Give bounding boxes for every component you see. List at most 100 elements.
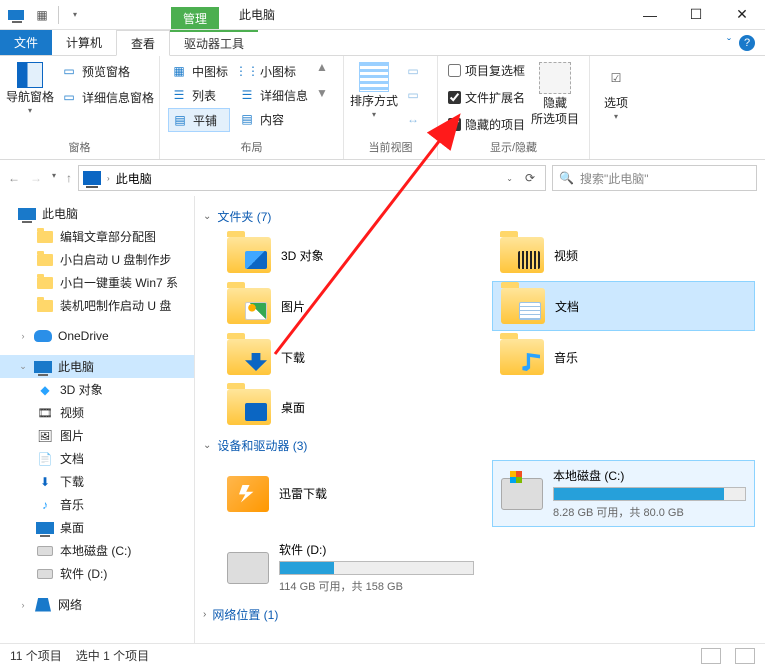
tree-this-pc-quick[interactable]: 此电脑 <box>0 202 194 225</box>
section-drives[interactable]: ⌄设备和驱动器 (3) <box>199 431 755 460</box>
view-icons-toggle[interactable] <box>735 648 755 664</box>
layout-details[interactable]: ☰详细信息 <box>236 84 310 106</box>
tree-desktop[interactable]: 桌面 <box>0 516 194 539</box>
pc-crumb-icon <box>83 171 101 185</box>
drive-d[interactable]: 软件 (D:) 114 GB 可用，共 158 GB <box>219 535 482 600</box>
minimize-button[interactable]: — <box>627 0 673 29</box>
layout-list[interactable]: ☰列表 <box>168 84 230 106</box>
layout-scroll-up-icon[interactable]: ▲ <box>316 60 328 74</box>
help-icon[interactable]: ? <box>739 35 755 51</box>
nav-tree[interactable]: 此电脑 编辑文章部分配图 小白启动 U 盘制作步 小白一键重装 Win7 系 装… <box>0 196 195 643</box>
drive-c[interactable]: 本地磁盘 (C:) 8.28 GB 可用，共 80.0 GB <box>492 460 755 527</box>
close-button[interactable]: ✕ <box>719 0 765 29</box>
medium-icons-icon: ▦ <box>170 62 188 80</box>
group-panes-label: 窗格 <box>8 137 151 159</box>
search-placeholder: 搜索"此电脑" <box>580 170 649 187</box>
tree-folder-item[interactable]: 小白一键重装 Win7 系 <box>0 271 194 294</box>
pc-qat-icon[interactable] <box>4 3 28 27</box>
refresh-button[interactable]: ⟳ <box>519 171 541 185</box>
options-icon: ☑ <box>600 62 632 94</box>
search-input[interactable]: 🔍 搜索"此电脑" <box>552 165 757 191</box>
folder-documents[interactable]: 文档 <box>492 281 755 331</box>
groupby-button[interactable]: ▭ <box>402 60 424 82</box>
tab-file[interactable]: 文件 <box>0 30 52 55</box>
tree-onedrive[interactable]: ›OneDrive <box>0 325 194 347</box>
tree-pictures[interactable]: 🖼图片 <box>0 424 194 447</box>
forward-button[interactable]: → <box>30 171 42 185</box>
folder-desktop[interactable]: 桌面 <box>219 383 482 431</box>
ribbon: 导航窗格 ▾ ▭预览窗格 ▭详细信息窗格 窗格 ▦中图标 ☰列表 ▤平铺 ⋮⋮小… <box>0 56 765 160</box>
preview-pane-button[interactable]: ▭预览窗格 <box>58 60 156 82</box>
nav-pane-button[interactable]: 导航窗格 ▾ <box>8 60 52 118</box>
breadcrumb[interactable]: › 此电脑 ⌄ ⟳ <box>78 165 546 191</box>
layout-content[interactable]: ▤内容 <box>236 108 310 130</box>
folder-pictures[interactable]: 图片 <box>219 281 482 331</box>
drive-c-icon <box>501 478 543 510</box>
tree-folder-item[interactable]: 编辑文章部分配图 <box>0 225 194 248</box>
section-folders[interactable]: ⌄文件夹 (7) <box>199 202 755 231</box>
tiles-icon: ▤ <box>171 111 189 129</box>
checkbox-file-extensions[interactable]: 文件扩展名 <box>446 87 527 108</box>
options-button[interactable]: ☑ 选项 ▾ <box>598 60 634 124</box>
view-details-toggle[interactable] <box>701 648 721 664</box>
window-title: 此电脑 <box>219 0 627 29</box>
group-showhide-label: 显示/隐藏 <box>446 137 581 159</box>
details-pane-button[interactable]: ▭详细信息窗格 <box>58 86 156 108</box>
details-icon: ☰ <box>238 86 256 104</box>
addcolumn-button[interactable]: ▭ <box>402 84 424 106</box>
folder-3d-objects[interactable]: 3D 对象 <box>219 231 482 279</box>
layout-tiles[interactable]: ▤平铺 <box>168 108 230 132</box>
tree-downloads[interactable]: ⬇下载 <box>0 470 194 493</box>
tree-this-pc[interactable]: ⌄此电脑 <box>0 355 194 378</box>
qat-dropdown-icon[interactable]: ▾ <box>63 3 87 27</box>
crumb-history-dropdown[interactable]: ⌄ <box>506 174 513 183</box>
tab-computer[interactable]: 计算机 <box>52 30 116 55</box>
sizecols-button[interactable]: ↔ <box>402 108 424 130</box>
tree-folder-item[interactable]: 小白启动 U 盘制作步 <box>0 248 194 271</box>
hide-selected-button[interactable]: 隐藏 所选项目 <box>533 60 577 129</box>
crumb-root-dropdown[interactable]: › <box>107 174 110 183</box>
section-network[interactable]: ›网络位置 (1) <box>199 600 755 629</box>
layout-scroll-down-icon[interactable]: ▼ <box>316 86 328 100</box>
layout-small-icons[interactable]: ⋮⋮小图标 <box>236 60 310 82</box>
drive-d-usage-bar <box>279 561 474 575</box>
folder-videos[interactable]: 视频 <box>492 231 755 279</box>
content-pane[interactable]: ⌄文件夹 (7) 3D 对象 视频 图片 文档 下载 音乐 桌面 ⌄设备和驱动器… <box>195 196 765 643</box>
up-button[interactable]: ↑ <box>66 171 72 185</box>
details-pane-icon: ▭ <box>60 88 78 106</box>
nav-pane-icon <box>17 62 43 88</box>
status-bar: 11 个项目 选中 1 个项目 <box>0 643 765 667</box>
checkbox-item-checkboxes[interactable]: 项目复选框 <box>446 60 527 81</box>
ribbon-collapse-icon[interactable]: ˇ <box>727 36 731 50</box>
sort-icon <box>359 62 389 92</box>
drive-xunlei[interactable]: 迅雷下载 <box>219 460 482 527</box>
quick-access-toolbar: ▦ ▾ <box>0 0 91 29</box>
tab-driver-tools[interactable]: 驱动器工具 <box>170 30 258 55</box>
drive-d-icon <box>227 552 269 584</box>
list-icon: ☰ <box>170 86 188 104</box>
checkbox-hidden-items[interactable]: 隐藏的项目 <box>446 114 527 135</box>
qat-unknown-icon[interactable]: ▦ <box>30 3 54 27</box>
tree-videos[interactable]: 🎞视频 <box>0 401 194 424</box>
xunlei-icon <box>227 476 269 512</box>
tree-folder-item[interactable]: 装机吧制作启动 U 盘 <box>0 294 194 317</box>
context-tab-manage[interactable]: 管理 <box>171 7 219 29</box>
tab-view[interactable]: 查看 <box>116 30 170 56</box>
tree-documents[interactable]: 📄文档 <box>0 447 194 470</box>
folder-music[interactable]: 音乐 <box>492 333 755 381</box>
layout-medium-icons[interactable]: ▦中图标 <box>168 60 230 82</box>
tree-disk-c[interactable]: 本地磁盘 (C:) <box>0 539 194 562</box>
tree-network[interactable]: ›网络 <box>0 593 194 616</box>
maximize-button[interactable]: ☐ <box>673 0 719 29</box>
tree-music[interactable]: ♪音乐 <box>0 493 194 516</box>
folder-downloads[interactable]: 下载 <box>219 333 482 381</box>
sort-button[interactable]: 排序方式 ▾ <box>352 60 396 122</box>
recent-dropdown-icon[interactable]: ▾ <box>52 171 56 185</box>
tree-disk-d[interactable]: 软件 (D:) <box>0 562 194 585</box>
small-icons-icon: ⋮⋮ <box>238 62 256 80</box>
crumb-this-pc[interactable]: 此电脑 <box>116 170 152 187</box>
hide-selected-icon <box>539 62 571 94</box>
status-selected-count: 选中 1 个项目 <box>76 647 149 664</box>
back-button[interactable]: ← <box>8 171 20 185</box>
tree-3d-objects[interactable]: ◆3D 对象 <box>0 378 194 401</box>
